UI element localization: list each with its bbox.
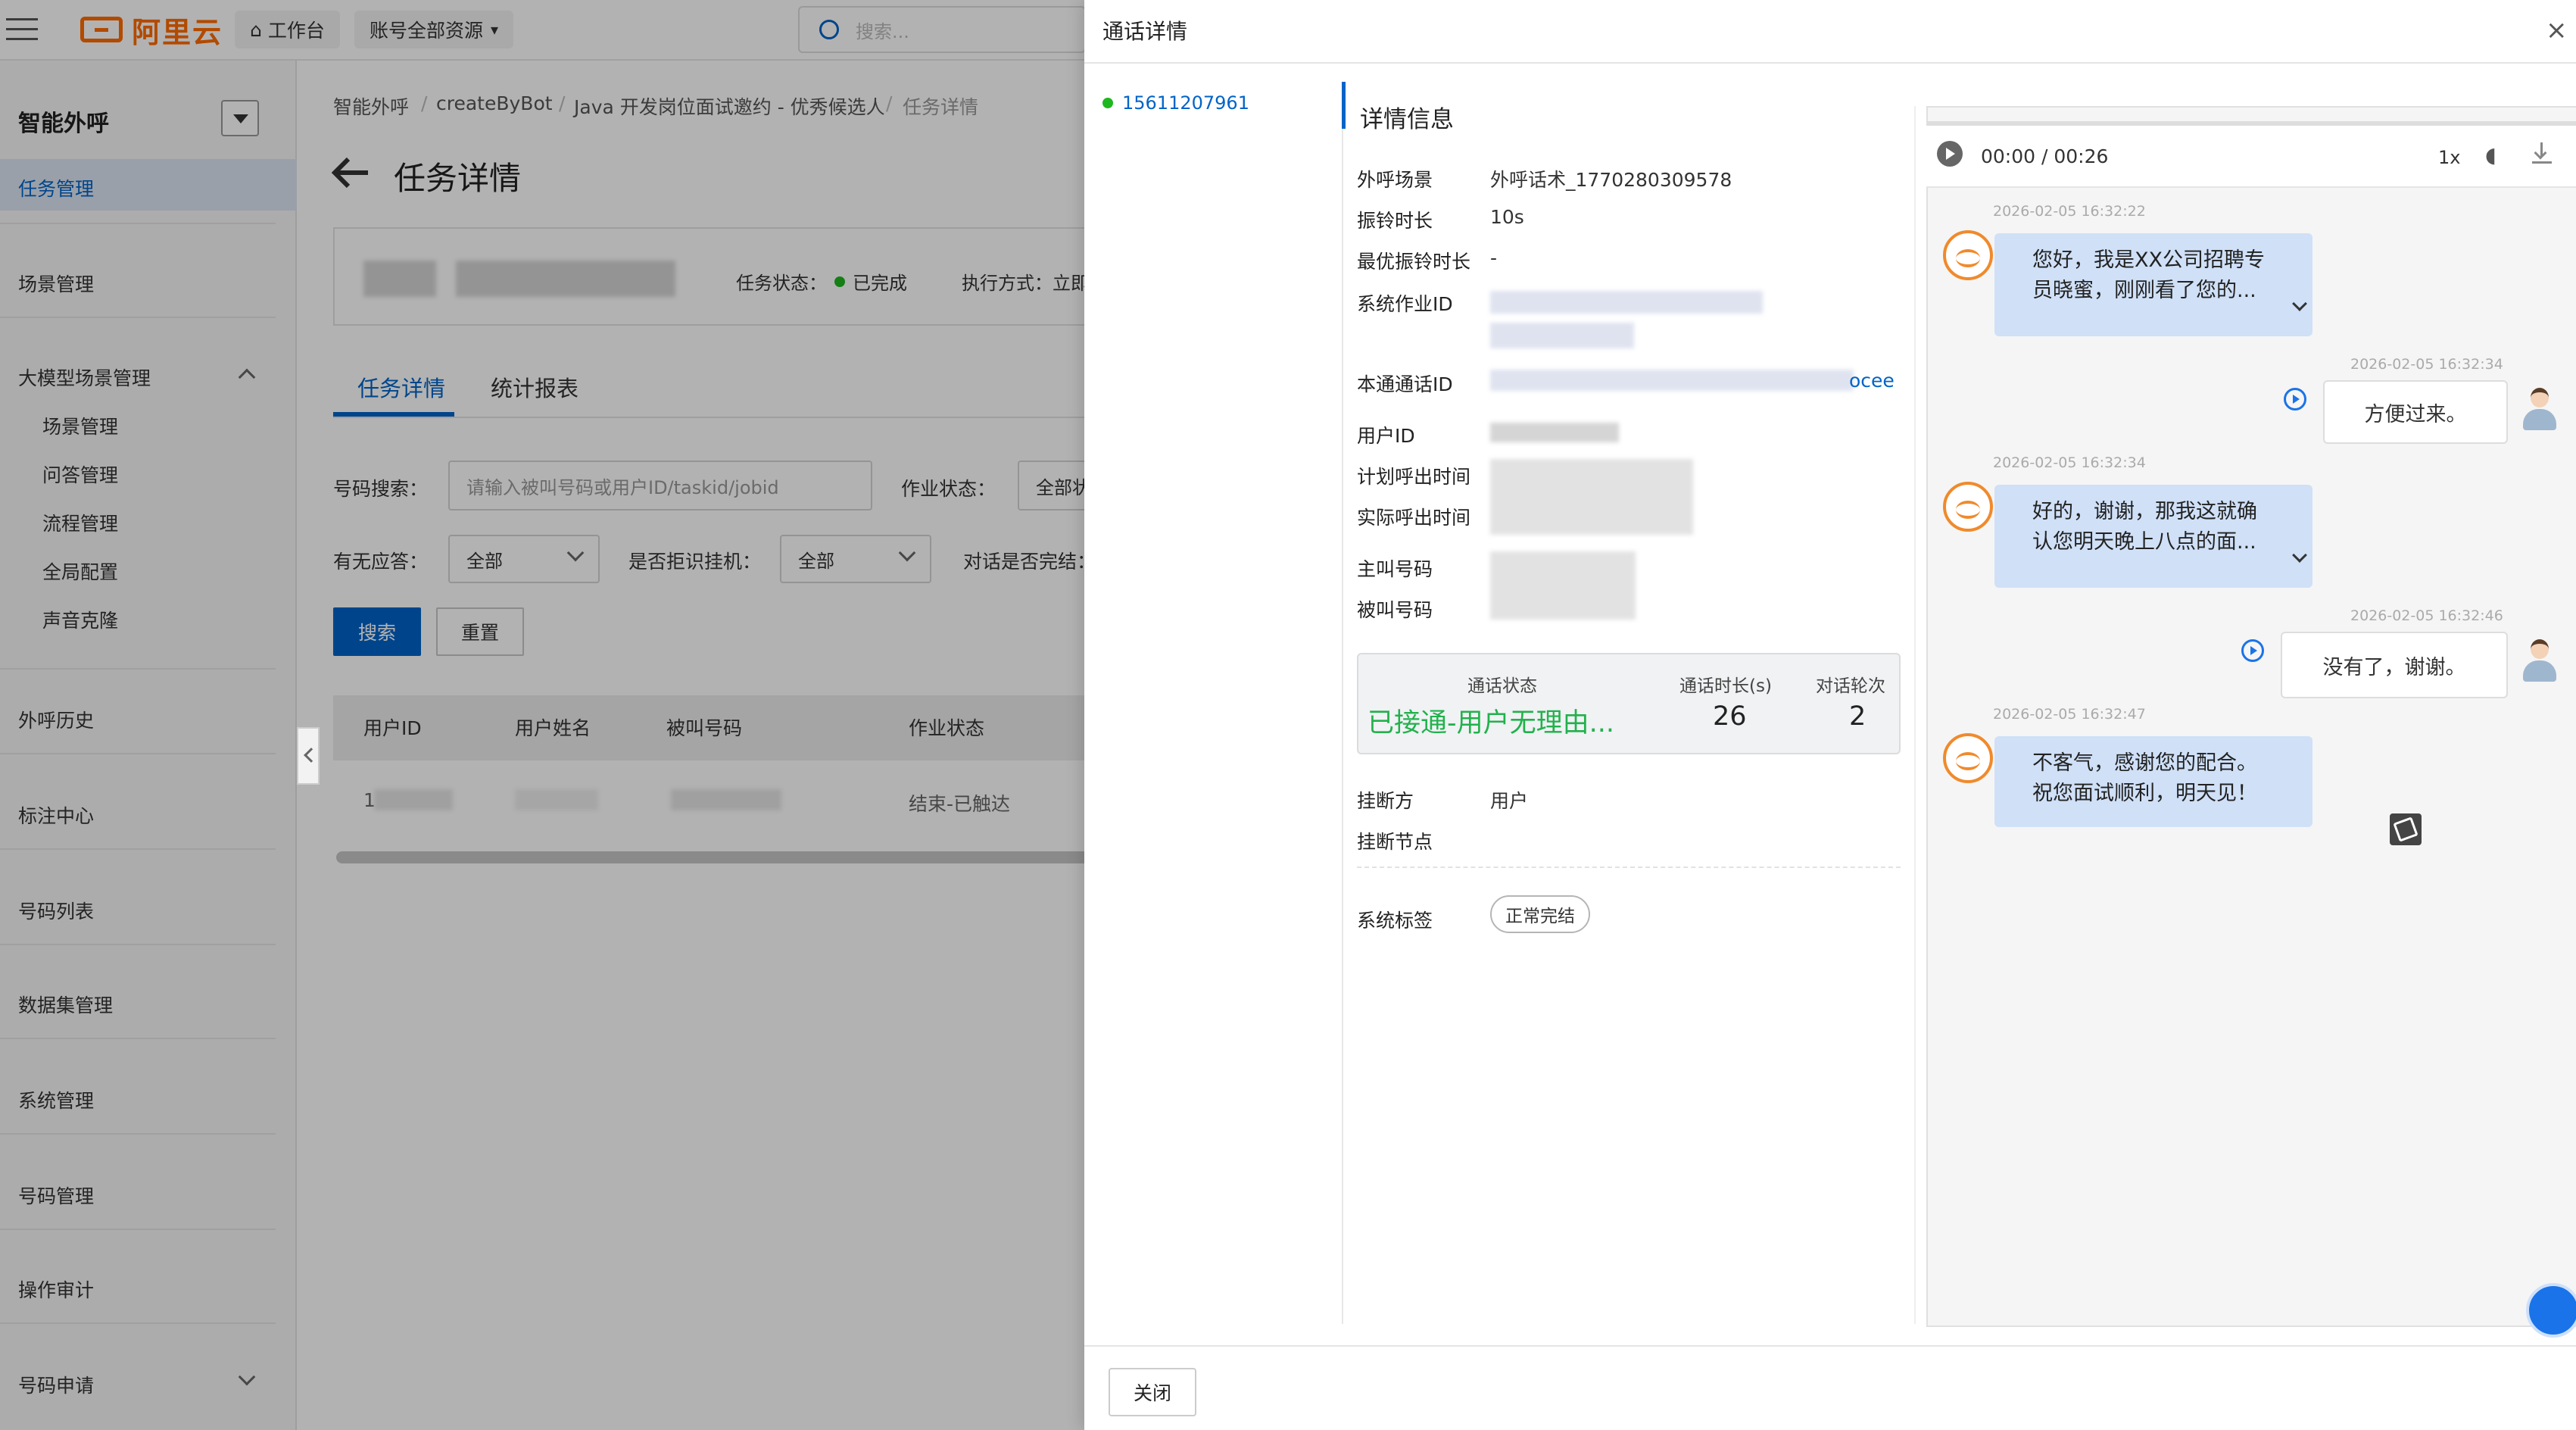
section-title: 详情信息 <box>1360 106 1454 133</box>
call-duration-label: 通话时长(s) <box>1679 676 1772 696</box>
audio-player: 00:00 / 00:26 1x ◖ <box>1926 121 2576 188</box>
scene-label: 外呼场景 <box>1357 169 1433 191</box>
divider <box>1084 62 2576 64</box>
call-status-value: 已接通-用户无理由... <box>1368 708 1615 738</box>
close-icon[interactable]: × <box>2546 15 2568 45</box>
play-audio-icon[interactable] <box>2241 639 2264 662</box>
call-id-label: 本通通话ID <box>1357 373 1453 395</box>
user-message[interactable]: 没有了，谢谢。 <box>2281 632 2508 698</box>
hangup-node-label: 挂断节点 <box>1357 831 1433 853</box>
bot-message[interactable]: 您好，我是XX公司招聘专 员晓蜜，刚刚看了您的... <box>1994 233 2312 336</box>
volume-icon[interactable]: ◖ <box>2485 142 2496 167</box>
play-audio-icon[interactable] <box>2284 388 2306 411</box>
sidebar-collapse-handle[interactable] <box>297 727 320 785</box>
user-avatar-icon <box>2520 385 2559 430</box>
ring-duration-value: 10s <box>1490 206 1524 228</box>
status-dot-icon <box>1102 98 1113 108</box>
chevron-left-icon <box>304 748 319 763</box>
actual-time-label: 实际呼出时间 <box>1357 507 1471 529</box>
expand-icon[interactable] <box>2292 296 2307 311</box>
call-list-item[interactable]: 15611207961 <box>1102 92 1249 114</box>
user-id-label: 用户ID <box>1357 425 1415 447</box>
bot-avatar-icon <box>1943 230 1993 280</box>
scene-value: 外呼话术_1770280309578 <box>1490 169 1732 191</box>
user-avatar-icon <box>2520 636 2559 682</box>
redacted-job-id <box>1490 291 1763 314</box>
message-timestamp: 2026-02-05 16:32:46 <box>2350 607 2503 624</box>
system-tag: 正常完结 <box>1490 895 1590 933</box>
section-indicator <box>1342 82 1346 129</box>
bot-avatar-icon <box>1943 482 1993 532</box>
translate-icon[interactable] <box>2390 813 2422 845</box>
plan-time-label: 计划呼出时间 <box>1357 466 1471 488</box>
best-ring-label: 最优振铃时长 <box>1357 251 1471 273</box>
redacted-numbers <box>1490 551 1636 620</box>
ring-duration-label: 振铃时长 <box>1357 210 1433 232</box>
bot-message[interactable]: 好的，谢谢，那我这就确 认您明天晚上八点的面... <box>1994 485 2312 588</box>
best-ring-value: - <box>1490 247 1498 269</box>
message-timestamp: 2026-02-05 16:32:34 <box>1993 454 2146 471</box>
audio-progress[interactable] <box>1926 121 2576 126</box>
assistant-float-icon[interactable] <box>2526 1283 2576 1338</box>
call-stats-card: 通话状态 已接通-用户无理由... 通话时长(s) 26 对话轮次 2 <box>1357 653 1901 754</box>
dialog-rounds-value: 2 <box>1849 701 1867 732</box>
divider <box>1084 1345 2576 1347</box>
redacted-user-id <box>1490 423 1619 442</box>
divider <box>1357 866 1901 868</box>
message-timestamp: 2026-02-05 16:32:34 <box>2350 356 2503 373</box>
play-icon[interactable] <box>1937 141 1963 167</box>
message-timestamp: 2026-02-05 16:32:47 <box>1993 706 2146 723</box>
bot-message[interactable]: 不客气，感谢您的配合。 祝您面试顺利，明天见！ <box>1994 736 2312 827</box>
audio-time: 00:00 / 00:26 <box>1981 145 2109 167</box>
close-button[interactable]: 关闭 <box>1109 1368 1196 1416</box>
call-duration-value: 26 <box>1713 701 1747 732</box>
callee-number-label: 被叫号码 <box>1357 599 1433 621</box>
redacted-times <box>1490 459 1693 535</box>
drawer-title: 通话详情 <box>1102 19 1188 44</box>
call-id-value[interactable]: ocee <box>1849 370 1895 392</box>
bot-avatar-icon <box>1943 733 1993 783</box>
hangup-party-label: 挂断方 <box>1357 790 1414 812</box>
download-icon[interactable] <box>2532 141 2552 164</box>
system-tag-label: 系统标签 <box>1357 910 1433 932</box>
divider <box>1342 82 1343 1324</box>
expand-icon[interactable] <box>2292 548 2307 563</box>
call-status-label: 通话状态 <box>1467 676 1537 696</box>
hangup-party-value: 用户 <box>1490 790 1529 812</box>
redacted-call-id <box>1490 370 1854 391</box>
playback-speed[interactable]: 1x <box>2438 147 2460 168</box>
user-message[interactable]: 方便过来。 <box>2323 380 2508 444</box>
caller-number-label: 主叫号码 <box>1357 558 1433 580</box>
dialog-rounds-label: 对话轮次 <box>1816 676 1885 696</box>
modal-overlay[interactable] <box>0 0 1084 1430</box>
call-detail-drawer: 通话详情 × 15611207961 详情信息 外呼场景 外呼话术_177028… <box>1084 0 2576 1430</box>
job-id-label: 系统作业ID <box>1357 293 1453 315</box>
redacted-job-id <box>1490 323 1634 348</box>
divider <box>1914 106 1916 1324</box>
message-timestamp: 2026-02-05 16:32:22 <box>1993 203 2146 220</box>
